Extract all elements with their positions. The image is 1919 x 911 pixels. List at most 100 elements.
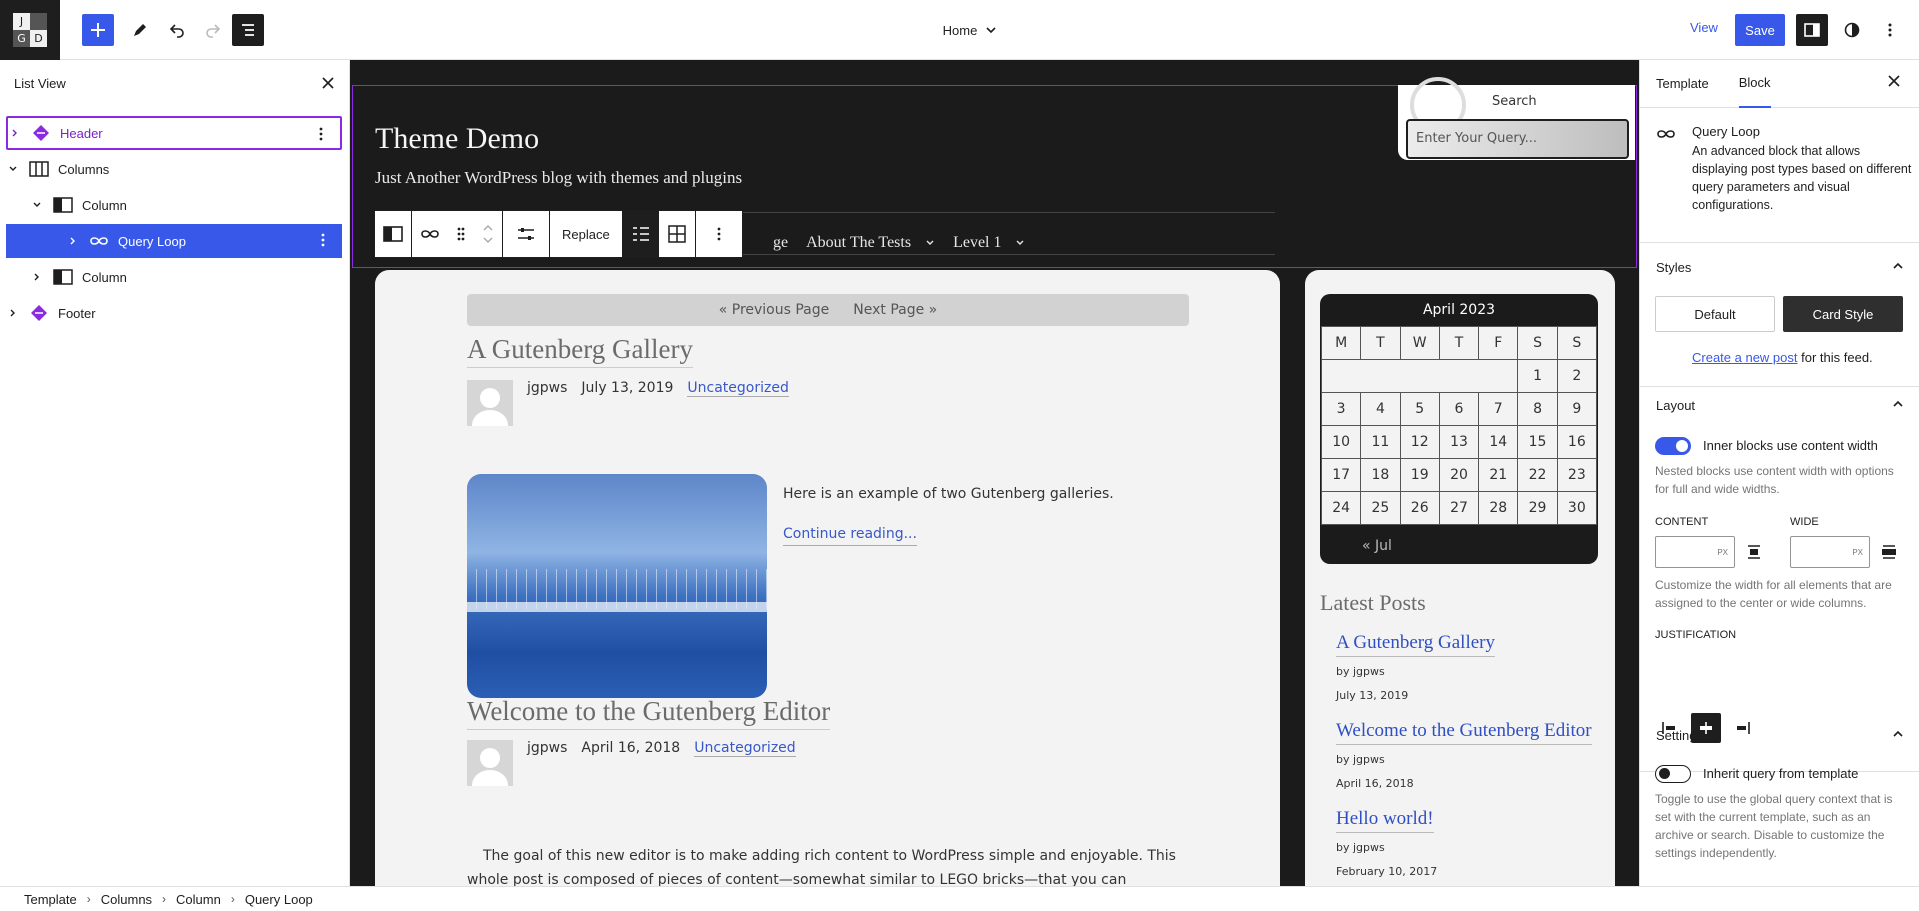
- undo-button[interactable]: [161, 14, 193, 46]
- editor-canvas[interactable]: Theme Demo Just Another WordPress blog w…: [350, 60, 1639, 886]
- list-view-button[interactable]: [232, 14, 264, 46]
- previous-page-link[interactable]: « Previous Page: [719, 302, 830, 318]
- query-pagination: « Previous Page Next Page »: [467, 294, 1189, 326]
- chevron-down-icon[interactable]: [6, 164, 20, 174]
- redo-button[interactable]: [197, 14, 229, 46]
- post-content: The goal of this new editor is to make a…: [467, 848, 1176, 886]
- latest-post-link[interactable]: Welcome to the Gutenberg Editor: [1336, 720, 1592, 745]
- post-category-link[interactable]: Uncategorized: [687, 380, 789, 397]
- breadcrumb-query-loop[interactable]: Query Loop: [245, 892, 313, 907]
- sidebar-column[interactable]: April 2023 MTWTFSS 1 2 3 4 5 6 7 8 9 10 11 12 13 14 15…: [1305, 270, 1615, 886]
- create-new-post-link[interactable]: Create a new post: [1692, 350, 1798, 365]
- block-options-button[interactable]: [696, 211, 742, 257]
- block-type-button[interactable]: [412, 211, 448, 257]
- document-title-dropdown[interactable]: Home: [900, 18, 1040, 42]
- list-view-panel: List View Header Columns Column Query Lo…: [0, 60, 350, 886]
- block-description: An advanced block that allows displaying…: [1692, 144, 1912, 212]
- site-tagline[interactable]: Just Another WordPress blog with themes …: [375, 168, 742, 188]
- tools-button[interactable]: [124, 14, 156, 46]
- breadcrumb-template[interactable]: Template: [24, 892, 77, 907]
- settings-section-header[interactable]: Settings: [1656, 728, 1904, 743]
- add-block-button[interactable]: [82, 14, 114, 46]
- content-size-input[interactable]: PX: [1655, 536, 1735, 568]
- site-icon-button[interactable]: J G D: [0, 0, 60, 60]
- post-title[interactable]: A Gutenberg Gallery: [467, 334, 693, 368]
- style-default-button[interactable]: Default: [1655, 296, 1775, 332]
- chevron-right-icon[interactable]: [6, 308, 20, 318]
- view-link[interactable]: View: [1690, 20, 1718, 35]
- calendar-day: 21: [1478, 458, 1519, 492]
- calendar-prev-link[interactable]: « Jul: [1362, 538, 1392, 554]
- styles-panel-toggle[interactable]: Styles: [1656, 260, 1904, 275]
- chevron-right-icon[interactable]: [30, 272, 44, 282]
- calendar-day: 8: [1517, 392, 1558, 426]
- tab-template[interactable]: Template: [1656, 60, 1709, 108]
- wide-align-icon: [1877, 540, 1901, 564]
- chevron-right-icon: ›: [162, 892, 167, 906]
- settings-panel-icon: [1804, 23, 1820, 37]
- display-settings-button[interactable]: [503, 211, 549, 257]
- calendar-day: 27: [1438, 491, 1480, 525]
- list-item-column[interactable]: Column: [6, 260, 342, 294]
- calendar-day: 5: [1399, 392, 1440, 426]
- grid-layout-button[interactable]: [659, 211, 695, 257]
- latest-post-author: by jgpws: [1336, 665, 1385, 678]
- chevron-right-icon[interactable]: [66, 236, 80, 246]
- latest-post-link[interactable]: A Gutenberg Gallery: [1336, 632, 1495, 657]
- nav-item-partial[interactable]: ge: [773, 234, 788, 252]
- more-vertical-icon[interactable]: [314, 126, 328, 145]
- list-layout-button[interactable]: [622, 211, 659, 257]
- save-button[interactable]: Save: [1735, 14, 1785, 46]
- latest-post-date: July 13, 2019: [1336, 689, 1409, 702]
- list-item-columns[interactable]: Columns: [6, 152, 342, 186]
- settings-toggle-button[interactable]: [1796, 14, 1828, 46]
- drag-handle[interactable]: [448, 211, 474, 257]
- list-item-header[interactable]: Header: [6, 116, 342, 150]
- latest-post-link[interactable]: Hello world!: [1336, 808, 1434, 833]
- redo-icon: [206, 24, 221, 38]
- list-item-column[interactable]: Column: [6, 188, 342, 222]
- justification-label: JUSTIFICATION: [1655, 629, 1737, 641]
- wide-size-input[interactable]: PX: [1790, 536, 1870, 568]
- editor-top-bar: J G D Home View Save: [0, 0, 1919, 60]
- layout-panel-toggle[interactable]: Layout: [1656, 398, 1904, 413]
- query-loop-block[interactable]: « Previous Page Next Page » A Gutenberg …: [375, 270, 1280, 886]
- calendar-weekday: S: [1517, 326, 1558, 360]
- move-up-down-buttons[interactable]: [474, 211, 502, 257]
- list-item-query-loop[interactable]: Query Loop: [6, 224, 342, 258]
- tab-block[interactable]: Block: [1738, 60, 1771, 108]
- breadcrumb-columns[interactable]: Columns: [101, 892, 152, 907]
- close-icon[interactable]: [1887, 74, 1901, 91]
- breadcrumb-column[interactable]: Column: [176, 892, 221, 907]
- continue-reading-link[interactable]: Continue reading...: [783, 526, 917, 546]
- calendar-weekday: W: [1399, 326, 1440, 360]
- post-category-link[interactable]: Uncategorized: [694, 740, 796, 757]
- site-title[interactable]: Theme Demo: [375, 122, 539, 156]
- plus-icon: [91, 23, 105, 37]
- chevron-right-icon: ›: [230, 892, 235, 906]
- nav-item-level-1[interactable]: Level 1: [953, 234, 1025, 252]
- next-page-link[interactable]: Next Page »: [853, 302, 937, 318]
- featured-image[interactable]: [467, 474, 767, 698]
- navigation-block[interactable]: ge About The Tests Level 1: [773, 234, 1025, 252]
- options-button[interactable]: [1874, 14, 1906, 46]
- chevron-down-icon[interactable]: [30, 200, 44, 210]
- more-vertical-icon[interactable]: [316, 232, 330, 251]
- replace-button[interactable]: Replace: [550, 211, 622, 257]
- chevron-right-icon[interactable]: [8, 128, 22, 138]
- close-icon[interactable]: [321, 76, 335, 90]
- nav-item-about[interactable]: About The Tests: [806, 234, 935, 252]
- search-block[interactable]: Search Enter Your Query...: [1398, 77, 1635, 160]
- list-item-footer[interactable]: Footer: [6, 296, 342, 330]
- content-width-toggle[interactable]: [1655, 437, 1691, 455]
- inherit-query-toggle[interactable]: [1655, 765, 1691, 783]
- list-view-icon: [242, 24, 254, 36]
- post-title[interactable]: Welcome to the Gutenberg Editor: [467, 696, 831, 730]
- list-item-label: Query Loop: [118, 233, 186, 249]
- avatar: [467, 380, 513, 426]
- search-input[interactable]: Enter Your Query...: [1406, 119, 1629, 159]
- select-parent-button[interactable]: [375, 211, 411, 257]
- styles-button[interactable]: [1836, 14, 1868, 46]
- style-card-button[interactable]: Card Style: [1783, 296, 1903, 332]
- column-icon: [52, 194, 74, 216]
